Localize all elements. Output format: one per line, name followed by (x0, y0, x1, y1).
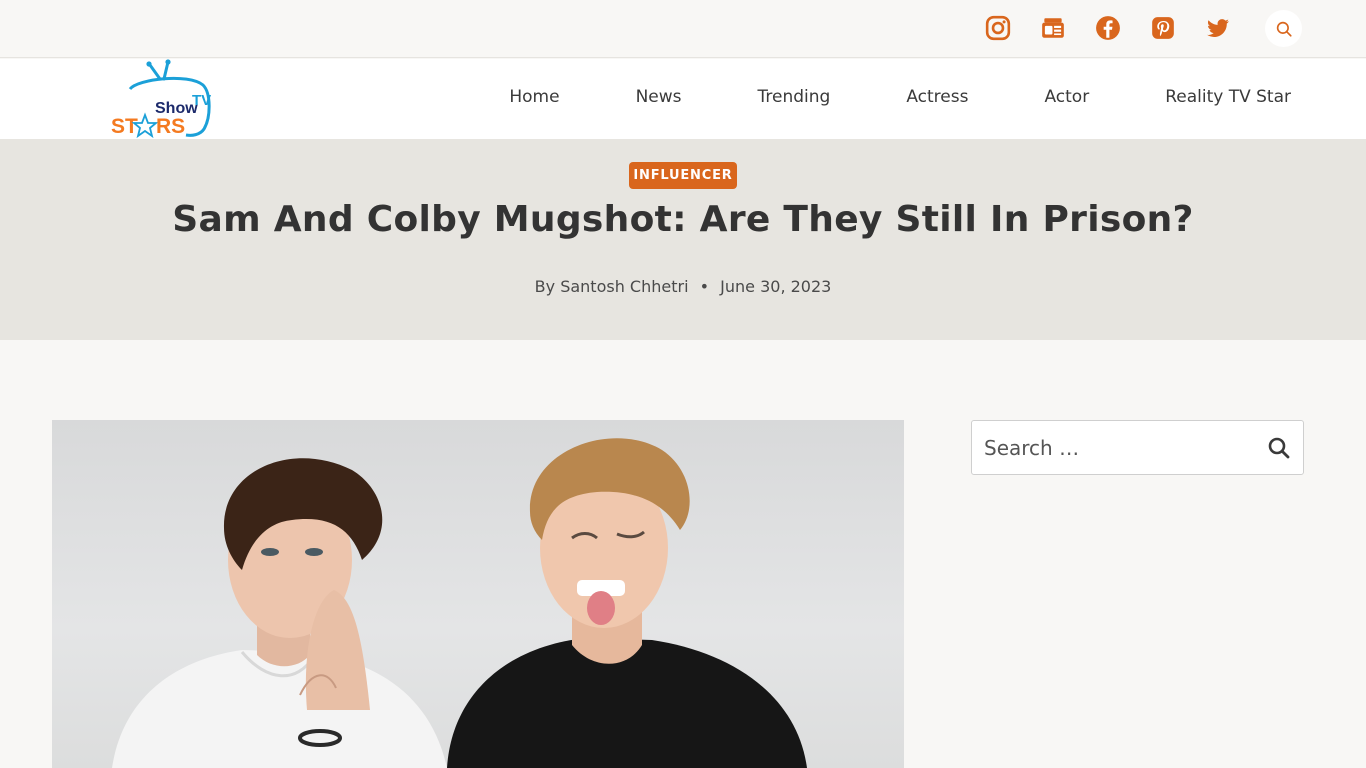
search-icon (1268, 437, 1290, 459)
site-logo[interactable]: Show TV ST RS (108, 59, 218, 139)
nav-actor[interactable]: Actor (1044, 87, 1089, 107)
author-link[interactable]: Santosh Chhetri (560, 277, 688, 296)
search-toggle-button[interactable] (1265, 10, 1302, 47)
facebook-icon[interactable] (1090, 10, 1126, 46)
instagram-icon[interactable] (980, 10, 1016, 46)
article-meta: By Santosh Chhetri • June 30, 2023 (0, 277, 1366, 296)
site-header: Show TV ST RS Home News Trending Actress… (0, 59, 1366, 139)
featured-image (52, 420, 904, 768)
nav-actress[interactable]: Actress (906, 87, 968, 107)
nav-trending[interactable]: Trending (758, 87, 831, 107)
sidebar-search-input[interactable] (984, 433, 1254, 463)
category-badge[interactable]: INFLUENCER (629, 162, 737, 189)
pinterest-icon[interactable] (1145, 10, 1181, 46)
article-hero: INFLUENCER Sam And Colby Mugshot: Are Th… (0, 139, 1366, 340)
nav-reality-tv-star[interactable]: Reality TV Star (1165, 87, 1291, 107)
svg-text:TV: TV (192, 92, 211, 109)
sidebar-search-button[interactable] (1267, 436, 1291, 460)
social-links (980, 10, 1255, 46)
article-title: Sam And Colby Mugshot: Are They Still In… (172, 199, 1194, 240)
top-bar (0, 0, 1366, 58)
search-icon (1276, 21, 1292, 37)
svg-text:ST: ST (111, 115, 138, 138)
nav-home[interactable]: Home (509, 87, 559, 107)
sidebar-search-form (971, 420, 1304, 475)
meta-separator: • (699, 277, 710, 296)
google-news-icon[interactable] (1035, 10, 1071, 46)
svg-text:RS: RS (156, 115, 185, 138)
nav-news[interactable]: News (636, 87, 682, 107)
by-prefix: By (534, 277, 556, 296)
twitter-icon[interactable] (1200, 10, 1236, 46)
main-navigation: Home News Trending Actress Actor Reality… (509, 87, 1291, 107)
publish-date: June 30, 2023 (720, 277, 832, 296)
